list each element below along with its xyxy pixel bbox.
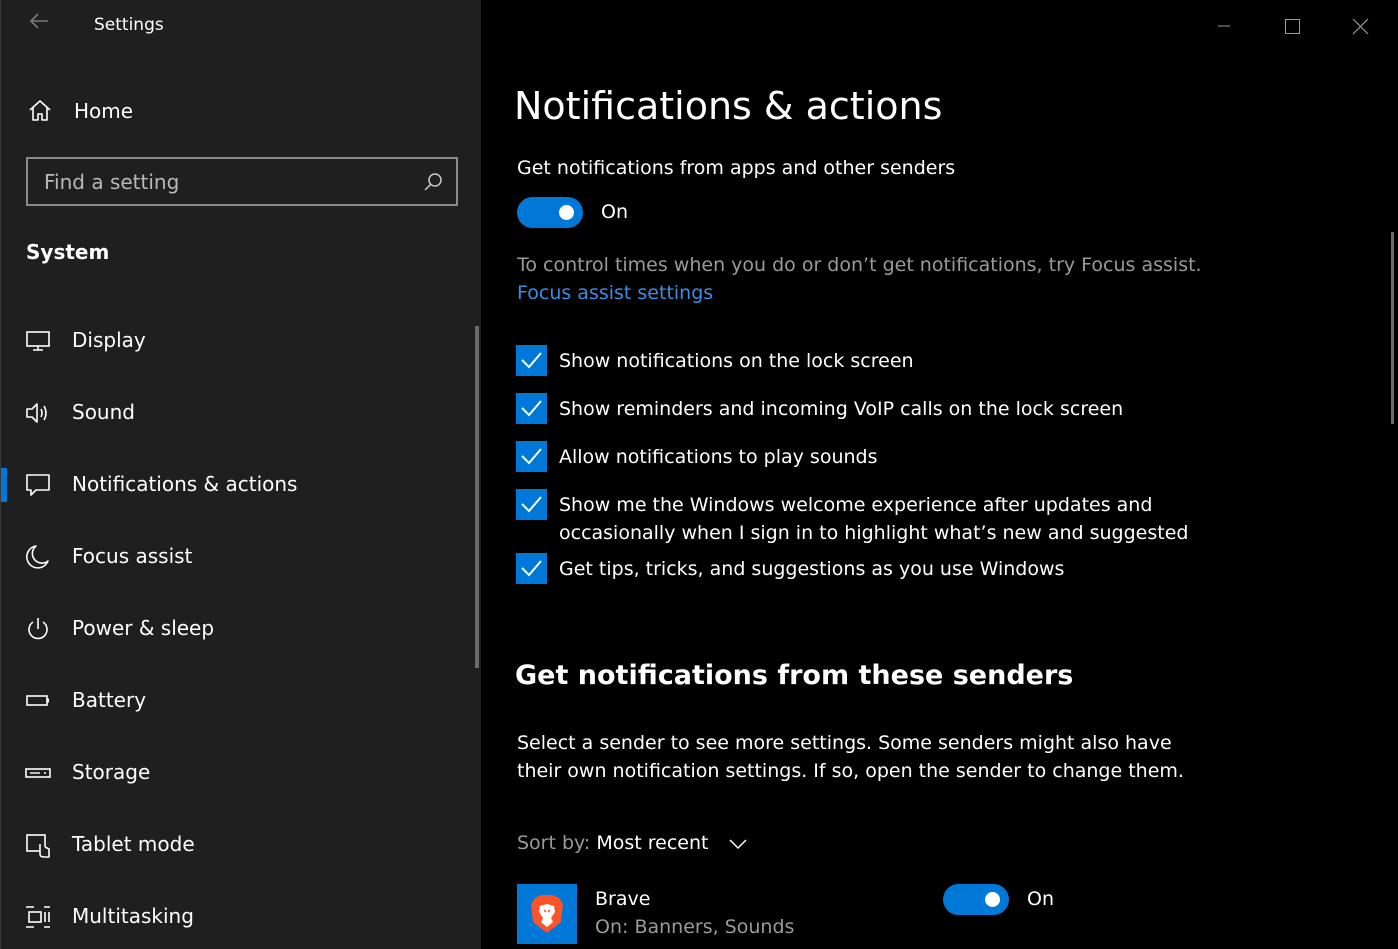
search-icon[interactable] [422,171,444,193]
sender-toggle-state: On [1027,888,1054,910]
page-title: Notifications & actions [514,84,943,128]
tablet-mode-icon [25,832,51,858]
checkbox[interactable] [516,393,547,424]
battery-icon [25,688,51,714]
toggle-knob [559,205,574,220]
app-title: Settings [94,15,164,35]
drive-icon [25,760,51,786]
sidebar-item-tablet-mode[interactable]: Tablet mode [1,808,471,880]
checkbox-label: Allow notifications to play sounds [559,446,878,468]
sidebar-item-label: Tablet mode [72,832,195,856]
checkbox-label: Get tips, tricks, and suggestions as you… [559,558,1065,580]
sidebar-item-power-sleep[interactable]: Power & sleep [1,592,471,664]
sort-by-dropdown[interactable]: Sort by: Most recent [517,832,747,855]
sender-name: Brave [595,888,651,910]
power-icon [25,616,51,642]
senders-description-line2: their own notification settings. If so, … [517,760,1184,782]
search-box[interactable] [26,157,458,206]
sidebar-item-label: Notifications & actions [72,472,298,496]
checkbox[interactable] [516,345,547,376]
checkbox-label: Show reminders and incoming VoIP calls o… [559,398,1124,420]
sidebar-item-label: Multitasking [72,904,194,928]
back-arrow-icon[interactable] [23,10,55,42]
multitasking-icon [25,904,51,930]
sender-status: On: Banners, Sounds [595,916,795,938]
sidebar-item-home[interactable]: Home [1,86,482,136]
search-input[interactable] [28,159,408,204]
brave-lion-icon [517,884,577,944]
sidebar-item-label: Focus assist [72,544,193,568]
focus-hint-text: To control times when you do or don’t ge… [517,254,1202,276]
maximize-icon[interactable] [1269,8,1315,44]
monitor-icon [25,328,51,354]
checkbox-label-line1: Show me the Windows welcome experience a… [559,494,1153,516]
moon-icon [25,544,51,570]
sidebar-item-multitasking[interactable]: Multitasking [1,880,471,949]
main-scrollbar[interactable] [1391,232,1394,424]
sidebar-scrollbar[interactable] [475,326,479,668]
senders-heading: Get notifications from these senders [515,660,1074,691]
message-icon [25,472,51,498]
sort-by-value: Most recent [596,832,709,854]
sidebar-item-label: Home [74,99,134,123]
sidebar: Settings Home System Display Sound [0,0,481,949]
sidebar-item-label: Battery [72,688,147,712]
sidebar-item-label: Display [72,328,146,352]
get-notifications-toggle[interactable] [517,197,583,228]
toggle-state-label: On [601,201,628,223]
focus-assist-settings-link[interactable]: Focus assist settings [517,282,713,304]
senders-description-line1: Select a sender to see more settings. So… [517,732,1172,754]
sidebar-item-label: Storage [72,760,151,784]
sender-toggle[interactable] [943,884,1009,915]
home-icon [27,98,53,124]
speaker-icon [25,400,51,426]
checkbox[interactable] [516,553,547,584]
toggle-knob [985,892,1000,907]
selection-indicator [1,468,7,502]
get-notifications-label: Get notifications from apps and other se… [517,157,956,179]
sort-by-label: Sort by: [517,832,591,854]
sidebar-item-sound[interactable]: Sound [1,376,471,448]
title-bar: Settings [1,0,482,52]
chevron-down-icon [729,833,747,855]
checkbox-label-line2: occasionally when I sign in to highlight… [559,522,1189,544]
sidebar-item-display[interactable]: Display [1,304,471,376]
sidebar-item-notifications[interactable]: Notifications & actions [1,448,471,520]
sidebar-item-storage[interactable]: Storage [1,736,471,808]
checkbox[interactable] [516,489,547,520]
close-icon[interactable] [1337,8,1383,44]
main-content: Notifications & actions Get notification… [481,0,1398,949]
sidebar-nav: Display Sound Notifications & actions Fo… [1,304,471,949]
sidebar-item-label: Power & sleep [72,616,215,640]
checkbox-label: Show notifications on the lock screen [559,350,914,372]
sidebar-item-label: Sound [72,400,135,424]
section-title: System [26,240,110,264]
checkbox[interactable] [516,441,547,472]
sender-row-brave[interactable]: Brave On: Banners, Sounds On [517,884,1077,944]
sidebar-item-battery[interactable]: Battery [1,664,471,736]
minimize-icon[interactable] [1201,8,1247,44]
sidebar-item-focus-assist[interactable]: Focus assist [1,520,471,592]
